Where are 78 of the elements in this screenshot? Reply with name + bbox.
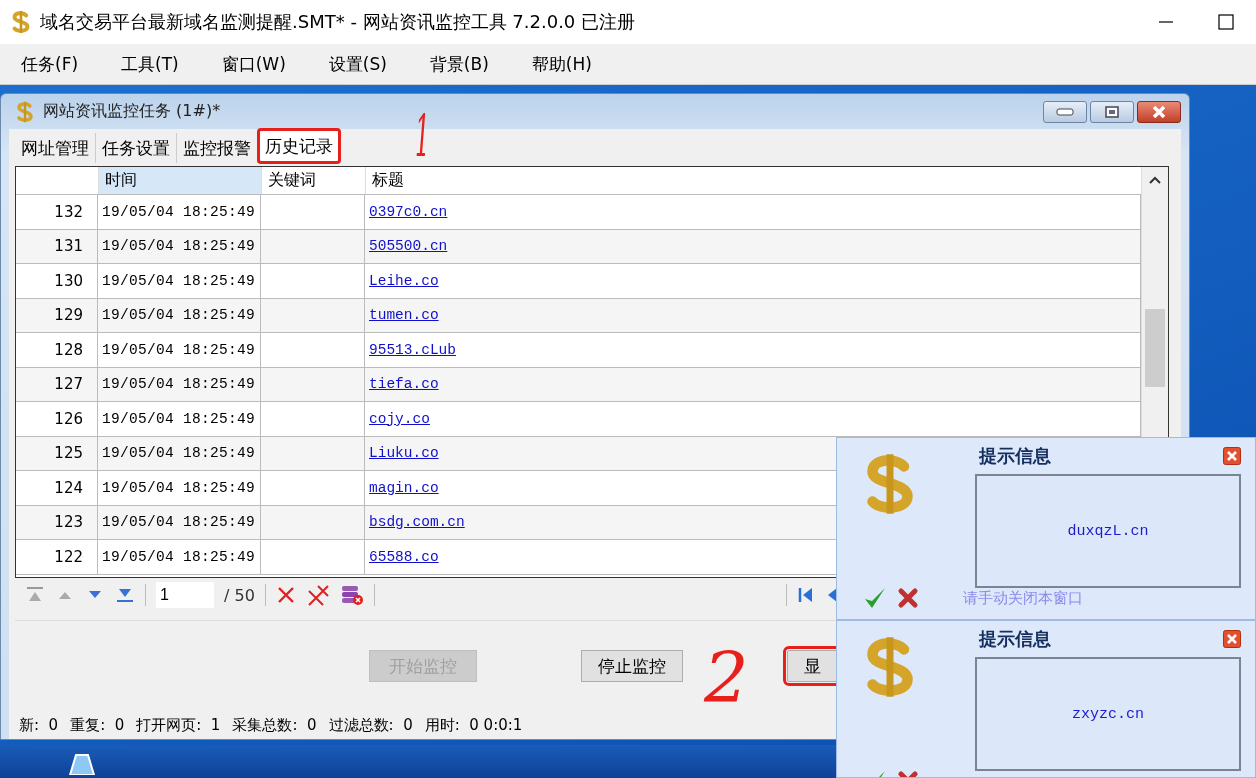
row-number: 128 [16,333,98,367]
page-total: / 50 [224,585,255,605]
domain-text: duxqzL.cn [1067,522,1149,540]
status-text: 用时: 0 0:0:1 [424,715,523,735]
row-number: 125 [16,436,98,470]
move-bottom-icon[interactable] [115,587,135,603]
close-button[interactable] [1137,100,1181,123]
first-page-icon[interactable] [797,586,815,604]
status-text: 重复: 0 [70,715,125,735]
database-delete-icon[interactable] [339,584,364,606]
row-number: 129 [16,298,98,332]
row-number: 123 [16,505,98,539]
domain-link[interactable]: 505500.cn [369,238,448,255]
domain-link[interactable]: magin.co [369,479,439,496]
minimize-icon [1056,107,1074,116]
row-number: 131 [16,229,98,263]
menu-item[interactable]: 工具(T) [110,52,190,76]
row-number: 132 [16,195,98,229]
close-icon [1151,104,1167,119]
minimize-button[interactable] [1043,100,1087,123]
delete-all-icon[interactable] [305,584,330,606]
row-number: 124 [16,471,98,505]
status-text: 采集总数: 0 [232,715,317,735]
table-cell: 19/05/04 18:25:49 [98,229,261,263]
table-cell: 19/05/04 18:25:49 [98,402,261,436]
table-cell: 19/05/04 18:25:49 [98,471,261,505]
row-number: 130 [16,264,98,298]
column-header[interactable]: 时间 [98,167,261,194]
popup-title: 提示信息 [979,627,1051,651]
domain-link[interactable]: cojy.co [369,410,430,427]
domain-link[interactable]: Leihe.co [369,272,439,289]
cross-icon[interactable] [897,587,919,609]
domain-link[interactable]: 0397c0.cn [369,203,448,220]
table-cell: 19/05/04 18:25:49 [98,264,261,298]
window-title: 域名交易平台最新域名监测提醒.SMT* - 网站资讯监控工具 7.2.0.0 已注册 [40,10,637,34]
domain-link[interactable]: 95513.cLub [369,341,456,358]
status-text: 过滤总数: 0 [328,715,413,735]
status-text: 新: 0 [19,715,59,735]
tab[interactable]: 历史记录 [258,129,340,163]
move-top-icon[interactable] [25,587,45,603]
table-cell: 19/05/04 18:25:49 [98,367,261,401]
status-text: 打开网页: 1 [136,715,221,735]
restore-icon [1105,105,1119,118]
handwritten-mark: 2 [704,640,749,716]
table-cell: 19/05/04 18:25:49 [98,436,261,470]
restore-button[interactable] [1090,100,1134,123]
table-cell: 19/05/04 18:25:49 [98,298,261,332]
domain-link[interactable]: 65588.co [369,548,439,565]
menu-item[interactable]: 任务(F) [10,52,90,76]
page-field[interactable]: 1 [156,582,214,608]
domain-text: zxyzc.cn [1072,705,1144,723]
scroll-up-icon[interactable] [1148,175,1162,185]
button[interactable]: 停止监控 [581,650,683,682]
handwritten-mark: 1 [415,104,430,168]
window-title: 网站资讯监控任务 (1#)* [43,101,222,122]
close-icon[interactable] [1223,447,1241,465]
menu-item[interactable]: 帮助(H) [520,52,603,76]
maximize-icon[interactable] [1218,14,1234,30]
row-number: 122 [16,540,98,574]
menu-item[interactable]: 设置(S) [317,52,398,76]
table-cell: 19/05/04 18:25:49 [98,333,261,367]
scroll-thumb[interactable] [1145,309,1165,387]
domain-link[interactable]: Liuku.co [369,445,439,462]
menu-item[interactable]: 背景(B) [418,52,500,76]
table-cell: 19/05/04 18:25:49 [98,505,261,539]
domain-link[interactable]: tumen.co [369,307,439,324]
column-header[interactable]: 关键词 [261,167,365,194]
popup-hint: 请手动关闭本窗口 [963,588,1083,608]
row-number: 127 [16,367,98,401]
table-cell: 19/05/04 18:25:49 [98,540,261,574]
menu-item[interactable]: 窗口(W) [210,52,297,76]
close-icon[interactable] [1223,630,1241,648]
row-number: 126 [16,402,98,436]
domain-link[interactable]: bsdg.com.cn [369,514,465,531]
table-cell: 19/05/04 18:25:49 [98,195,261,229]
popup-title: 提示信息 [979,444,1051,468]
delete-icon[interactable] [275,585,296,605]
domain-link[interactable]: tiefa.co [369,376,439,393]
